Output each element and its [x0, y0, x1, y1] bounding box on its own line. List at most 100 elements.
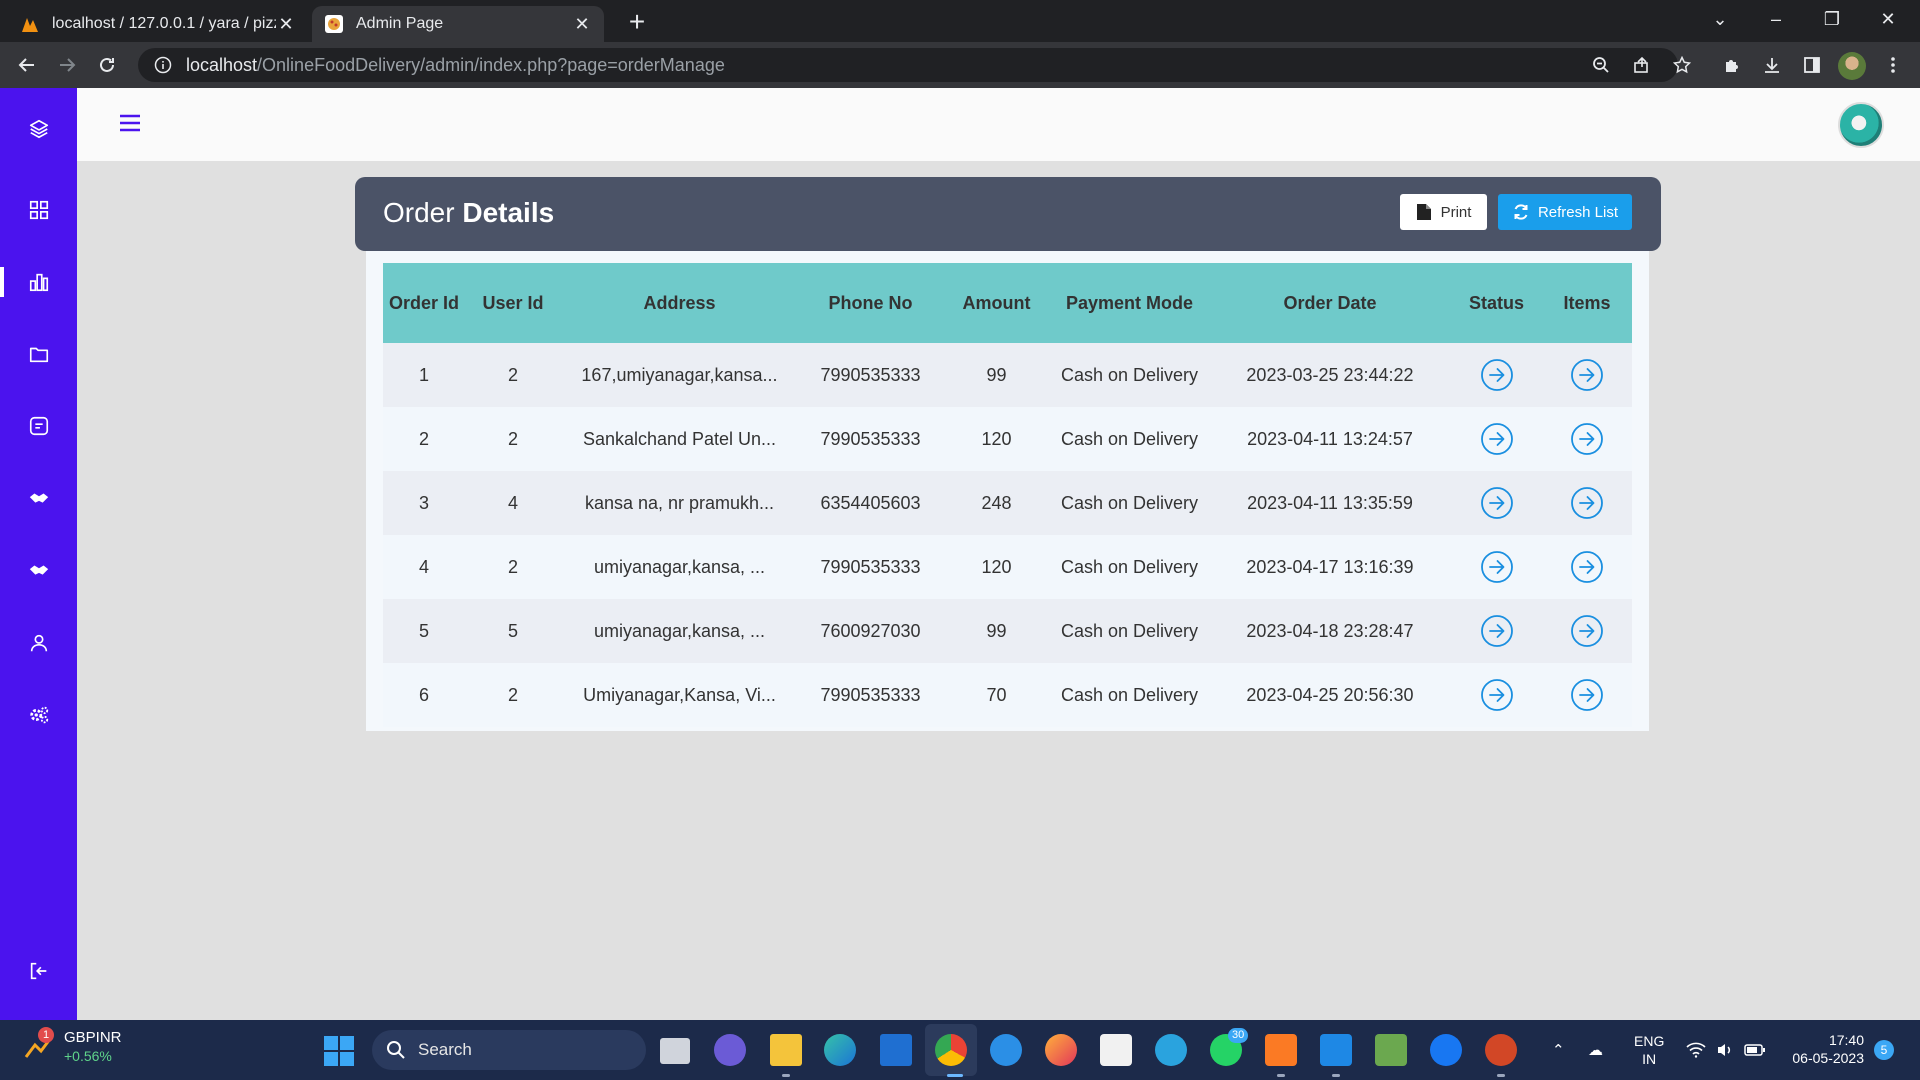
- xampp-icon[interactable]: [1265, 1034, 1297, 1066]
- cell-order-id: 3: [418, 492, 429, 513]
- address-bar[interactable]: localhost/OnlineFoodDelivery/admin/index…: [138, 48, 1678, 82]
- tab-admin-page[interactable]: Admin Page ✕: [312, 6, 604, 42]
- cell-address: 167,umiyanagar,kansa...: [581, 364, 778, 385]
- zoom-icon[interactable]: [1586, 50, 1616, 80]
- tab-phpmyadmin[interactable]: localhost / 127.0.0.1 / yara / pizza ✕: [8, 6, 308, 42]
- tab-title: Admin Page: [356, 15, 444, 32]
- cell-payment-mode: Cash on Delivery: [1060, 684, 1199, 705]
- sidebar-item-partners[interactable]: [0, 546, 77, 596]
- minimize-button[interactable]: –: [1748, 0, 1804, 40]
- help-icon[interactable]: [990, 1034, 1022, 1066]
- bookmark-star-icon[interactable]: [1667, 50, 1697, 80]
- cell-user-id: 4: [507, 492, 518, 513]
- stock-chart-icon: 1: [22, 1027, 54, 1063]
- file-explorer-icon[interactable]: [770, 1034, 802, 1066]
- sidebar-item-users[interactable]: [0, 618, 77, 668]
- vscode-icon[interactable]: [1320, 1034, 1352, 1066]
- powerpoint-icon[interactable]: [1485, 1034, 1517, 1066]
- sidebar-item-deals[interactable]: [0, 474, 77, 524]
- hamburger-menu-icon[interactable]: [117, 110, 143, 136]
- refresh-list-button[interactable]: Refresh List: [1498, 194, 1632, 230]
- sidebar-item-settings[interactable]: [0, 690, 77, 740]
- task-view-icon[interactable]: [660, 1038, 690, 1064]
- table-row: 4 2 umiyanagar,kansa, ... 7990535333 120 Cash…: [383, 535, 1632, 599]
- view-items-arrow-icon[interactable]: [1570, 422, 1604, 456]
- microsoft-store-icon[interactable]: [1100, 1034, 1132, 1066]
- view-items-arrow-icon[interactable]: [1570, 614, 1604, 648]
- admin-profile-avatar[interactable]: [1838, 102, 1884, 148]
- image-editor-icon[interactable]: [1375, 1034, 1407, 1066]
- lang-code: ENG: [1634, 1033, 1665, 1049]
- col-user-id: User Id: [482, 292, 544, 313]
- new-tab-button[interactable]: +: [620, 6, 654, 40]
- language-indicator[interactable]: ENG IN: [1634, 1032, 1664, 1068]
- sidebar-item-logout[interactable]: [0, 946, 77, 996]
- facebook-icon[interactable]: [1430, 1034, 1462, 1066]
- stock-widget[interactable]: 1 GBPINR +0.56%: [22, 1027, 122, 1066]
- close-tab-icon[interactable]: ✕: [572, 14, 592, 35]
- show-hidden-icons[interactable]: ⌃: [1552, 1020, 1565, 1080]
- view-status-arrow-icon[interactable]: [1480, 678, 1514, 712]
- teams-chat-icon[interactable]: [714, 1034, 746, 1066]
- stock-change: +0.56%: [64, 1048, 112, 1064]
- sidebar-item-dashboard[interactable]: [0, 185, 77, 235]
- print-button[interactable]: Print: [1400, 194, 1487, 230]
- clock[interactable]: 17:40 06-05-2023: [1788, 1031, 1864, 1067]
- logout-icon: [30, 962, 46, 980]
- share-icon[interactable]: [1627, 50, 1657, 80]
- cell-items: [1542, 407, 1632, 471]
- browser-menu-icon[interactable]: [1878, 50, 1908, 80]
- cell-user-id: 2: [507, 556, 518, 577]
- battery-icon[interactable]: [1744, 1020, 1766, 1080]
- cell-order-date: 2023-04-11 13:35:59: [1247, 492, 1413, 513]
- chrome-icon[interactable]: [935, 1034, 967, 1066]
- view-items-arrow-icon[interactable]: [1570, 486, 1604, 520]
- notification-badge[interactable]: 5: [1874, 1040, 1894, 1060]
- cell-order-date: 2023-04-17 13:16:39: [1246, 556, 1414, 577]
- sidebar-item-orders[interactable]: [0, 257, 77, 307]
- myhp-icon[interactable]: [880, 1034, 912, 1066]
- view-items-arrow-icon[interactable]: [1570, 358, 1604, 392]
- cell-order-date: 2023-04-25 20:56:30: [1246, 684, 1414, 705]
- reload-button[interactable]: [92, 50, 122, 80]
- view-items-arrow-icon[interactable]: [1570, 550, 1604, 584]
- sidebar-item-categories[interactable]: [0, 329, 77, 379]
- site-info-icon[interactable]: [154, 56, 172, 74]
- extensions-puzzle-icon[interactable]: [1717, 50, 1747, 80]
- url-path: /OnlineFoodDelivery/admin/index.php?page…: [257, 54, 725, 75]
- firefox-icon[interactable]: [1045, 1034, 1077, 1066]
- sidebar-item-messages[interactable]: [0, 401, 77, 451]
- back-button[interactable]: [12, 50, 42, 80]
- browser-profile-avatar[interactable]: [1838, 52, 1866, 80]
- cell-order-id: 5: [418, 620, 429, 641]
- side-panel-icon[interactable]: [1797, 50, 1827, 80]
- volume-icon[interactable]: [1716, 1020, 1734, 1080]
- onedrive-icon[interactable]: ☁: [1588, 1020, 1603, 1080]
- lang-region: IN: [1642, 1051, 1657, 1067]
- restore-button[interactable]: ❐: [1804, 0, 1860, 40]
- edge-icon[interactable]: [824, 1034, 856, 1066]
- running-indicator: [782, 1074, 790, 1077]
- view-status-arrow-icon[interactable]: [1480, 358, 1514, 392]
- view-status-arrow-icon[interactable]: [1480, 614, 1514, 648]
- sidebar: [0, 88, 77, 1020]
- wifi-icon[interactable]: [1686, 1020, 1706, 1080]
- view-status-arrow-icon[interactable]: [1480, 550, 1514, 584]
- forward-button[interactable]: [52, 50, 82, 80]
- download-icon[interactable]: [1757, 50, 1787, 80]
- browser-toolbar: localhost/OnlineFoodDelivery/admin/index…: [0, 42, 1920, 88]
- tab-search-icon[interactable]: ⌄: [1692, 0, 1748, 40]
- sidebar-item-logo[interactable]: [0, 104, 77, 154]
- close-tab-icon[interactable]: ✕: [276, 14, 296, 35]
- view-items-arrow-icon[interactable]: [1570, 678, 1604, 712]
- orders-table-body: 1 2 167,umiyanagar,kansa... 7990535333 99 Cas…: [383, 343, 1632, 727]
- windows-start-icon[interactable]: [324, 1036, 354, 1066]
- telegram-icon[interactable]: [1155, 1034, 1187, 1066]
- view-status-arrow-icon[interactable]: [1480, 422, 1514, 456]
- app-top-bar: [77, 88, 1920, 161]
- order-details-body: Order Id User Id Address Phone No Amount…: [366, 251, 1649, 731]
- view-status-arrow-icon[interactable]: [1480, 486, 1514, 520]
- taskbar-search[interactable]: Search: [372, 1030, 646, 1070]
- close-window-button[interactable]: ✕: [1860, 0, 1916, 40]
- whatsapp-icon[interactable]: 30: [1210, 1028, 1249, 1066]
